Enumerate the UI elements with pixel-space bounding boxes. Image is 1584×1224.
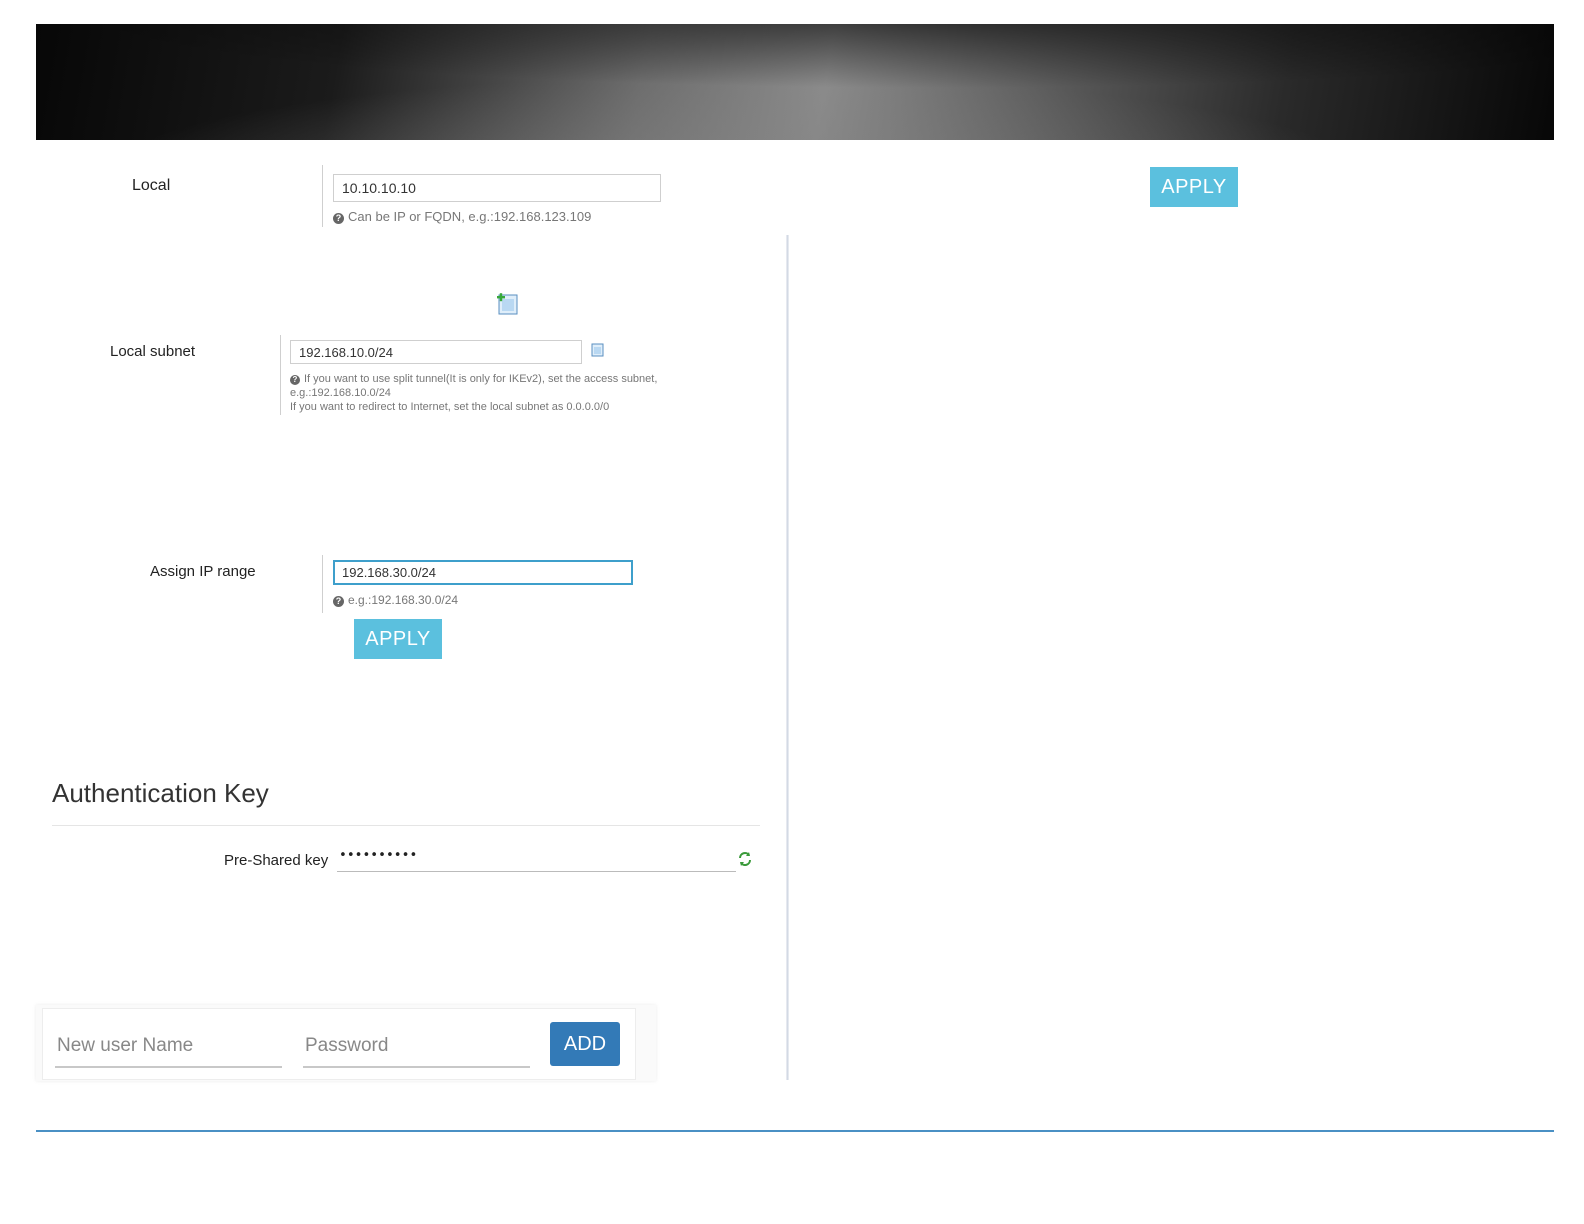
local-divider: [322, 165, 323, 227]
authentication-key-title: Authentication Key: [52, 778, 269, 808]
local-hint: ? Can be IP or FQDN, e.g.:192.168.123.109: [333, 210, 591, 224]
help-icon: ?: [333, 596, 344, 607]
apply-button-top[interactable]: APPLY: [1150, 167, 1238, 207]
panel-divider: [786, 235, 789, 1080]
psk-input[interactable]: [337, 839, 736, 872]
new-username-input[interactable]: [55, 1026, 282, 1068]
help-icon: ?: [333, 213, 344, 224]
add-user-button[interactable]: ADD: [550, 1022, 620, 1066]
refresh-icon[interactable]: [737, 851, 753, 872]
apply-button[interactable]: APPLY: [354, 619, 442, 659]
section-rule: [52, 825, 760, 826]
psk-label: Pre-Shared key: [224, 852, 329, 869]
local-label: Local: [132, 177, 171, 194]
header-banner: [36, 24, 1554, 140]
help-icon: ?: [290, 375, 300, 385]
assign-ip-divider: [322, 555, 323, 613]
assign-ip-input[interactable]: [333, 560, 633, 585]
local-input[interactable]: [333, 174, 661, 202]
footer-rule: [36, 1130, 1554, 1132]
local-subnet-hint: ? If you want to use split tunnel(It is o…: [290, 373, 658, 413]
new-password-input[interactable]: [303, 1026, 530, 1068]
local-subnet-input[interactable]: [290, 340, 582, 364]
local-subnet-divider: [280, 335, 281, 415]
document-icon[interactable]: [591, 343, 605, 362]
assign-ip-hint: ? e.g.:192.168.30.0/24: [333, 593, 458, 607]
local-subnet-label: Local subnet: [110, 343, 196, 360]
add-document-icon[interactable]: [496, 292, 520, 321]
assign-ip-label: Assign IP range: [150, 563, 256, 580]
